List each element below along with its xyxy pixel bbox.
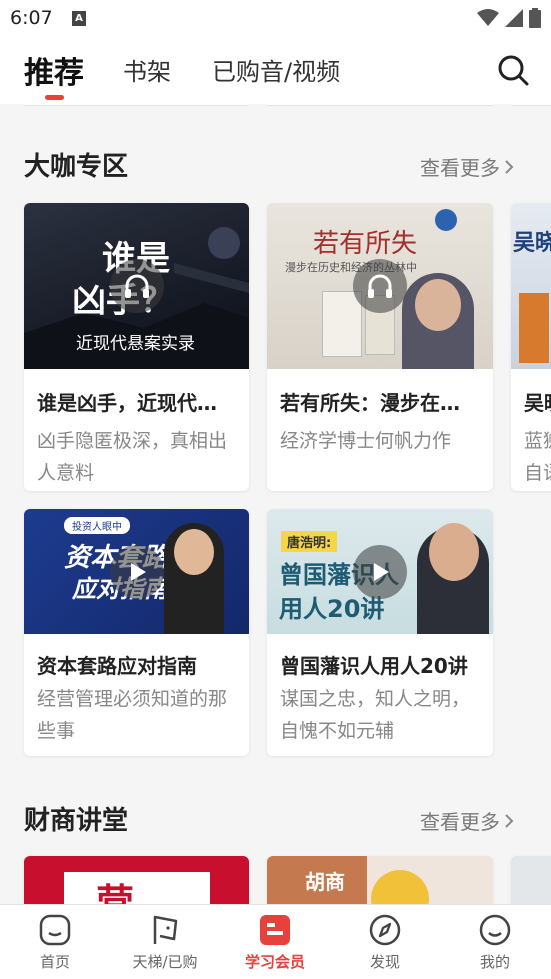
cover-title: 吴晓: [513, 231, 551, 256]
play-icon: [374, 562, 389, 581]
status-time: 6:07: [10, 7, 53, 29]
course-cover: 投资人眼中 资本套路 应对指南: [24, 509, 249, 634]
wifi-icon: [477, 9, 499, 26]
course-title: 曾国藩识人用人20讲: [280, 654, 468, 678]
book-image: [519, 293, 549, 363]
course-description: 经营管理必须知道的那些事: [37, 688, 228, 742]
nav-profile[interactable]: 我的: [440, 913, 550, 972]
home-icon: [39, 914, 71, 946]
course-cover: 谁是 凶手？ 近现代悬案实录: [24, 203, 249, 369]
cover-title: 若有所失: [313, 229, 418, 259]
tab-bookshelf[interactable]: 书架: [123, 52, 171, 87]
cover-tag: 唐浩明:: [281, 531, 338, 552]
headphones-icon: [368, 274, 392, 298]
bottom-navigation: 首页 天梯/已购 学习会员 发现 我的: [0, 904, 551, 979]
course-title: 吴晓: [524, 391, 551, 415]
author-face: [174, 529, 214, 575]
course-cover: 若有所失 漫步在历史和经济的丛林中: [267, 203, 493, 369]
cover-subtitle: 近现代悬案实录: [76, 334, 195, 354]
previous-row-card: [511, 100, 551, 106]
flag-icon: [153, 915, 178, 944]
nav-label: 天梯/已购: [132, 953, 198, 971]
top-tab-bar: 推荐 书架 已购音/视频: [0, 36, 551, 104]
tab-recommend[interactable]: 推荐: [24, 48, 84, 92]
video-badge: [353, 544, 407, 599]
cover-title: 胡商: [305, 870, 345, 894]
previous-row-card: [267, 100, 493, 106]
status-bar: 6:07 A: [0, 0, 551, 36]
profile-icon: [479, 914, 511, 946]
system-icons: [477, 8, 541, 28]
course-description: 凶手隐匿极深，真相出人意料: [37, 430, 228, 484]
course-description: 经济学博士何帆力作: [280, 430, 452, 452]
app-screen: { "status": { "time": "6:07", "notif": "…: [0, 0, 551, 979]
audio-badge: [109, 259, 164, 313]
compass-icon: [369, 914, 401, 946]
view-more-experts[interactable]: 查看更多: [420, 152, 514, 181]
book-image: [322, 291, 362, 357]
course-cover: 唐浩明: 曾国藩识人 用人20讲: [267, 509, 493, 634]
nav-home[interactable]: 首页: [0, 913, 110, 972]
nav-label: 学习会员: [244, 953, 305, 971]
nav-member[interactable]: 学习会员: [220, 913, 330, 972]
course-title: 资本套路应对指南: [37, 654, 197, 678]
author-face: [415, 279, 461, 331]
course-card[interactable]: 吴晓 吴晓 蓝狮 自语: [511, 203, 551, 491]
signal-icon: [505, 9, 523, 27]
course-title: 若有所失：漫步在…: [280, 391, 460, 415]
video-badge: [109, 544, 164, 599]
course-description: 谋国之忠，知人之明，自愧不如元辅: [280, 688, 471, 742]
section-title-finance: 财商讲堂: [24, 806, 129, 836]
notification-icon: A: [72, 11, 86, 26]
chevron-right-icon: [505, 813, 514, 828]
tab-purchased-media[interactable]: 已购音/视频: [212, 52, 340, 87]
audio-badge: [353, 259, 407, 313]
author-face: [429, 523, 479, 581]
nav-discover[interactable]: 发现: [330, 913, 440, 972]
course-description: 蓝狮 自语: [524, 430, 551, 484]
play-icon: [130, 562, 146, 581]
course-title: 谁是凶手，近现代…: [37, 391, 217, 415]
course-card[interactable]: 唐浩明: 曾国藩识人 用人20讲 曾国藩识人用人20讲 谋国之忠，知人之明，自愧…: [267, 509, 493, 756]
course-card[interactable]: 投资人眼中 资本套路 应对指南 资本套路应对指南 经营管理必须知道的那些事: [24, 509, 249, 756]
course-card[interactable]: 谁是 凶手？ 近现代悬案实录 谁是凶手，近现代… 凶手隐匿极深，真相出人意料: [24, 203, 249, 491]
nav-ladder-purchased[interactable]: 天梯/已购: [110, 913, 220, 972]
nav-label: 首页: [39, 953, 70, 971]
headphones-icon: [124, 274, 149, 298]
course-card[interactable]: 若有所失 漫步在历史和经济的丛林中 若有所失：漫步在… 经济学博士何帆力作: [267, 203, 493, 491]
member-book-icon: [260, 915, 290, 945]
publisher-logo: [435, 209, 457, 231]
previous-row-card: [24, 100, 249, 106]
nav-label: 我的: [479, 953, 510, 971]
view-more-label: 查看更多: [420, 810, 500, 834]
search-icon[interactable]: [497, 54, 529, 86]
section-title-experts: 大咖专区: [24, 152, 129, 182]
course-cover: 吴晓: [511, 203, 551, 369]
chevron-right-icon: [505, 159, 514, 174]
nav-label: 发现: [369, 953, 400, 971]
battery-icon: [529, 8, 541, 28]
view-more-label: 查看更多: [420, 156, 500, 180]
view-more-finance[interactable]: 查看更多: [420, 806, 514, 835]
cover-tag: 投资人眼中: [64, 517, 130, 534]
